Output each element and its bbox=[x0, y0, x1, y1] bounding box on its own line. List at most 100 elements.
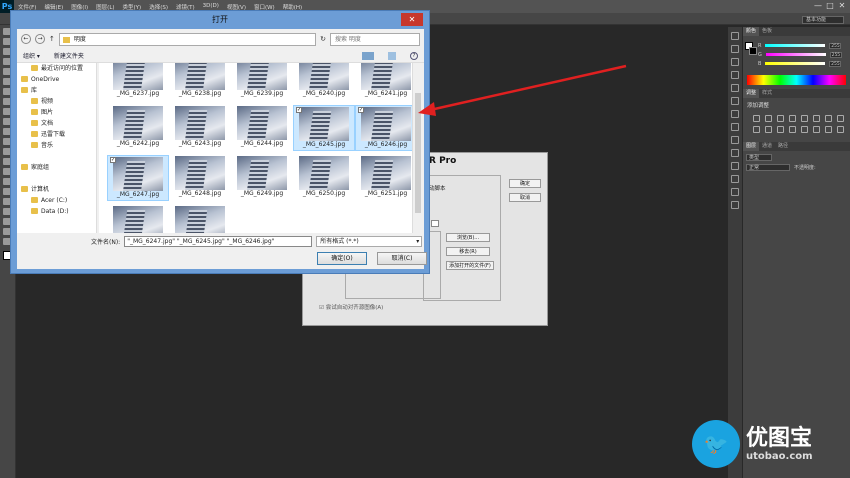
nav-item[interactable]: 家庭组 bbox=[17, 162, 96, 173]
slider-track[interactable] bbox=[765, 44, 826, 47]
dialog-close-button[interactable]: ✕ bbox=[401, 13, 423, 26]
tab-swatches[interactable]: 色板 bbox=[759, 27, 775, 36]
file-item[interactable]: _MG_6250.jpg bbox=[293, 155, 355, 201]
slider-track[interactable] bbox=[765, 62, 826, 65]
adjustment-icon[interactable] bbox=[789, 126, 796, 133]
tab-layers[interactable]: 图层 bbox=[743, 142, 760, 151]
panel-icon[interactable] bbox=[731, 123, 739, 131]
adjustment-icon[interactable] bbox=[825, 126, 832, 133]
layer-kind-select[interactable]: 类型 bbox=[746, 154, 772, 161]
nav-item[interactable]: 音乐 bbox=[17, 140, 96, 151]
adjustment-icon[interactable] bbox=[777, 126, 784, 133]
tab-paths[interactable]: 路径 bbox=[775, 142, 791, 151]
panel-icon[interactable] bbox=[731, 201, 739, 209]
forward-arrow-icon[interactable]: → bbox=[35, 34, 45, 44]
selection-checkbox[interactable]: ✓ bbox=[296, 107, 302, 113]
adjustment-icon[interactable] bbox=[801, 126, 808, 133]
nav-item[interactable]: 最近访问的位置 bbox=[17, 63, 96, 74]
file-item[interactable]: _MG_6252.jpg bbox=[107, 205, 169, 233]
adjustment-icon[interactable] bbox=[753, 126, 760, 133]
tab-color[interactable]: 颜色 bbox=[743, 27, 760, 36]
panel-icon[interactable] bbox=[731, 45, 739, 53]
panel-icon[interactable] bbox=[731, 110, 739, 118]
adjustment-icon[interactable] bbox=[813, 115, 820, 122]
adjustment-icon[interactable] bbox=[765, 126, 772, 133]
file-item[interactable]: _MG_6240.jpg bbox=[293, 63, 355, 101]
background-color-swatch[interactable] bbox=[749, 47, 757, 55]
adjustment-icon[interactable] bbox=[801, 115, 808, 122]
tab-styles[interactable]: 样式 bbox=[759, 89, 775, 98]
panel-icon[interactable] bbox=[731, 97, 739, 105]
up-arrow-icon[interactable]: ↑ bbox=[49, 35, 55, 43]
nav-item[interactable]: Acer (C:) bbox=[17, 195, 96, 206]
file-item[interactable]: ✓ _MG_6247.jpg bbox=[107, 155, 169, 201]
refresh-icon[interactable]: ↻ bbox=[320, 35, 326, 43]
panel-icon[interactable] bbox=[731, 149, 739, 157]
minimize-button[interactable]: — bbox=[812, 0, 824, 12]
panel-icon[interactable] bbox=[731, 175, 739, 183]
slider-value[interactable]: 255 bbox=[829, 51, 842, 58]
file-item[interactable]: _MG_6237.jpg bbox=[107, 63, 169, 101]
file-item[interactable]: _MG_6251.jpg bbox=[355, 155, 412, 201]
nav-item[interactable]: Data (D:) bbox=[17, 206, 96, 217]
file-item[interactable]: _MG_6238.jpg bbox=[169, 63, 231, 101]
file-item[interactable]: _MG_6243.jpg bbox=[169, 105, 231, 151]
adjustment-icon[interactable] bbox=[765, 115, 772, 122]
back-arrow-icon[interactable]: ← bbox=[21, 34, 31, 44]
rgb-slider-r[interactable]: R 255 bbox=[743, 41, 850, 50]
file-item[interactable]: _MG_6242.jpg bbox=[107, 105, 169, 151]
panel-icon[interactable] bbox=[731, 84, 739, 92]
nav-item[interactable]: 文档 bbox=[17, 118, 96, 129]
hdr-add-open-files-button[interactable]: 添加打开的文件(F) bbox=[446, 261, 494, 270]
open-ok-button[interactable]: 确定(O) bbox=[317, 252, 367, 265]
nav-item[interactable]: 图片 bbox=[17, 107, 96, 118]
adjustment-icon[interactable] bbox=[777, 115, 784, 122]
file-item[interactable]: _MG_6239.jpg bbox=[231, 63, 293, 101]
hdr-ok-button[interactable]: 确定 bbox=[509, 179, 541, 188]
panel-icon[interactable] bbox=[731, 71, 739, 79]
file-item[interactable]: _MG_6249.jpg bbox=[231, 155, 293, 201]
nav-item[interactable]: OneDrive bbox=[17, 74, 96, 85]
adjustment-icon[interactable] bbox=[813, 126, 820, 133]
selection-checkbox[interactable]: ✓ bbox=[110, 157, 116, 163]
tab-adjustments[interactable]: 调整 bbox=[743, 89, 760, 98]
panel-icon[interactable] bbox=[731, 188, 739, 196]
search-input[interactable]: 搜索 明度 bbox=[330, 32, 420, 46]
nav-item[interactable]: 迅雷下载 bbox=[17, 129, 96, 140]
workspace-select[interactable]: 基本功能 bbox=[802, 16, 844, 24]
adjustment-icon[interactable] bbox=[753, 115, 760, 122]
blend-mode-select[interactable]: 正常 bbox=[746, 164, 790, 171]
file-item[interactable]: _MG_6253.jpg bbox=[169, 205, 231, 233]
panel-icon[interactable] bbox=[731, 32, 739, 40]
slider-value[interactable]: 255 bbox=[829, 42, 842, 49]
address-bar[interactable]: 明度 bbox=[58, 32, 317, 46]
color-spectrum[interactable] bbox=[747, 75, 846, 85]
adjustment-icon[interactable] bbox=[825, 115, 832, 122]
file-item[interactable]: ✓ _MG_6245.jpg bbox=[293, 105, 355, 151]
panel-icon[interactable] bbox=[731, 136, 739, 144]
filetype-select[interactable]: 所有格式 (*.*) ▾ bbox=[316, 235, 423, 247]
close-window-button[interactable]: ✕ bbox=[836, 0, 848, 12]
rgb-slider-b[interactable]: B 255 bbox=[743, 59, 850, 68]
nav-item[interactable]: 视频 bbox=[17, 96, 96, 107]
open-cancel-button[interactable]: 取消(C) bbox=[377, 252, 427, 265]
tab-channels[interactable]: 通道 bbox=[759, 142, 775, 151]
panel-icon[interactable] bbox=[731, 58, 739, 66]
new-folder-button[interactable]: 新建文件夹 bbox=[54, 51, 84, 60]
selection-checkbox[interactable]: ✓ bbox=[358, 107, 364, 113]
preview-pane-icon[interactable] bbox=[388, 51, 396, 60]
hdr-auto-align-checkbox[interactable]: ☑ 尝试自动对齐源图像(A) bbox=[319, 303, 383, 311]
adjustment-icon[interactable] bbox=[837, 126, 844, 133]
slider-value[interactable]: 255 bbox=[829, 60, 842, 67]
hdr-remove-button[interactable]: 移去(R) bbox=[446, 247, 490, 256]
maximize-button[interactable]: □ bbox=[824, 0, 836, 12]
hdr-cancel-button[interactable]: 取消 bbox=[509, 193, 541, 202]
adjustment-icon[interactable] bbox=[837, 115, 844, 122]
view-options-icon[interactable] bbox=[362, 51, 374, 60]
adjustment-icon[interactable] bbox=[789, 115, 796, 122]
nav-item[interactable]: 计算机 bbox=[17, 184, 96, 195]
nav-item[interactable]: 库 bbox=[17, 85, 96, 96]
file-item[interactable]: _MG_6248.jpg bbox=[169, 155, 231, 201]
hdr-browse-button[interactable]: 浏览(B)... bbox=[446, 233, 490, 242]
rgb-slider-g[interactable]: G 255 bbox=[743, 50, 850, 59]
